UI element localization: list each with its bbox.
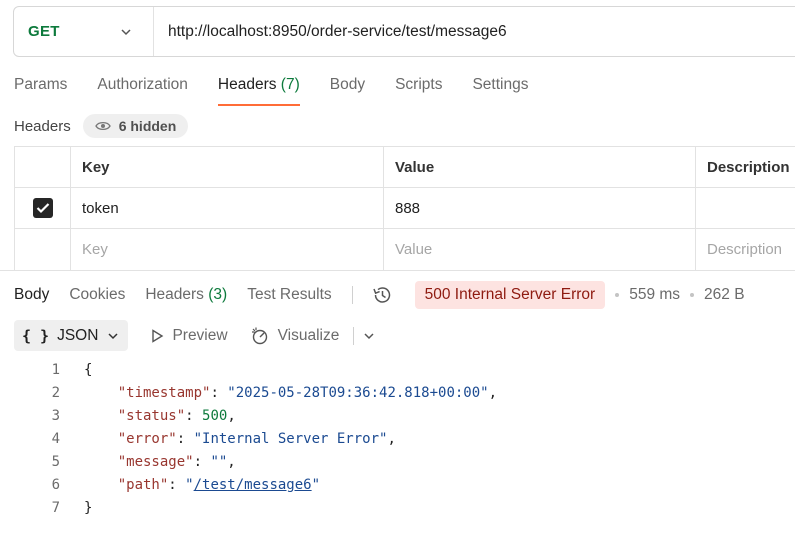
json-value-quote: "	[185, 477, 194, 493]
line-number: 3	[51, 408, 60, 424]
line-number: 6	[51, 477, 60, 493]
response-size[interactable]: 262 B	[704, 286, 745, 304]
json-comma: ,	[227, 408, 236, 424]
preview-label: Preview	[172, 326, 228, 344]
table-row: token 888	[14, 188, 795, 229]
divider	[351, 286, 353, 304]
new-row-checkbox-cell	[14, 229, 71, 270]
tab-settings[interactable]: Settings	[472, 76, 528, 104]
json-value: "Internal Server Error"	[193, 431, 388, 447]
response-tab-cookies[interactable]: Cookies	[69, 286, 125, 304]
format-select[interactable]: { } JSON	[14, 320, 129, 351]
tab-body[interactable]: Body	[330, 76, 365, 104]
code-line: "status": 500,	[117, 408, 236, 424]
header-value-cell[interactable]: 888	[384, 188, 696, 228]
column-description: Description	[707, 158, 790, 176]
line-number: 5	[51, 454, 60, 470]
json-key: "status"	[117, 408, 186, 424]
response-divider[interactable]	[0, 270, 795, 271]
checkbox-column-header	[14, 147, 71, 187]
tab-headers-count: (7)	[280, 76, 300, 93]
divider	[353, 326, 355, 345]
close-brace: }	[84, 500, 93, 516]
tab-scripts[interactable]: Scripts	[395, 76, 442, 104]
json-key: "path"	[117, 477, 169, 493]
visualize-button[interactable]: Visualize	[250, 326, 340, 346]
visualize-options-button[interactable]	[362, 329, 376, 343]
json-comma: ,	[387, 431, 396, 447]
hidden-headers-toggle[interactable]: 6 hidden	[82, 114, 189, 138]
response-tab-headers[interactable]: Headers (3)	[145, 286, 227, 304]
method-select[interactable]: GET	[14, 7, 154, 56]
response-time[interactable]: 559 ms	[629, 286, 680, 304]
headers-title-row: Headers 6 hidden	[14, 114, 189, 138]
tab-headers[interactable]: Headers (7)	[217, 76, 300, 106]
tab-params[interactable]: Params	[14, 76, 67, 104]
description-placeholder-input[interactable]: Description	[696, 229, 795, 270]
check-icon	[36, 203, 49, 214]
response-toolbar: { } JSON Preview Visualize	[14, 320, 376, 351]
visualize-icon	[251, 327, 267, 344]
url-input[interactable]: http://localhost:8950/order-service/test…	[154, 23, 507, 41]
preview-button[interactable]: Preview	[150, 326, 228, 345]
json-key: "timestamp"	[117, 385, 211, 401]
response-headers-count: (3)	[208, 286, 228, 303]
json-value: "2025-05-28T09:36:42.818+00:00"	[227, 385, 489, 401]
code-line: {	[84, 362, 92, 378]
tab-headers-label: Headers	[217, 76, 277, 93]
code-line: "error": "Internal Server Error",	[117, 431, 396, 447]
row-checkbox[interactable]	[32, 198, 53, 218]
json-key: "error"	[117, 431, 177, 447]
tab-authorization[interactable]: Authorization	[97, 76, 187, 104]
response-tabs: Body Cookies Headers (3) Test Results 50…	[14, 281, 745, 309]
separator-dot	[690, 293, 695, 297]
response-meta: 559 ms 262 B	[605, 286, 745, 304]
json-value: ""	[210, 454, 228, 470]
json-key: "message"	[117, 454, 194, 470]
headers-section-title: Headers	[14, 117, 71, 135]
response-tab-body[interactable]: Body	[14, 286, 49, 304]
eye-icon	[94, 121, 111, 131]
json-value-link[interactable]: /test/message6	[194, 477, 312, 493]
open-brace: {	[84, 362, 93, 378]
json-value: 500	[202, 408, 228, 424]
code-line: "path": "/test/message6"	[117, 477, 321, 493]
play-icon	[152, 328, 164, 343]
column-key: Key	[71, 147, 384, 187]
response-tab-headers-label: Headers	[145, 286, 204, 303]
visualize-label: Visualize	[277, 326, 340, 344]
table-header-row: Key Value Description	[14, 147, 795, 188]
key-placeholder-input[interactable]: Key	[71, 229, 384, 270]
request-tabs: Params Authorization Headers (7) Body Sc…	[14, 76, 528, 106]
response-tab-test-results[interactable]: Test Results	[247, 286, 331, 304]
line-number: 1	[51, 362, 60, 378]
json-comma: ,	[488, 385, 498, 401]
row-checkbox-cell	[14, 188, 71, 228]
chevron-down-icon	[121, 28, 131, 35]
header-key-cell[interactable]: token	[71, 188, 384, 228]
line-number: 4	[51, 431, 60, 447]
chevron-down-icon	[108, 332, 118, 339]
table-row-new: Key Value Description	[14, 229, 795, 270]
json-value-quote: "	[311, 477, 321, 493]
status-badge[interactable]: 500 Internal Server Error	[414, 281, 606, 309]
separator-dot	[615, 293, 620, 297]
history-icon[interactable]	[371, 285, 393, 305]
code-line: "timestamp": "2025-05-28T09:36:42.818+00…	[117, 385, 498, 401]
value-placeholder-input[interactable]: Value	[384, 229, 696, 270]
request-url-bar: GET http://localhost:8950/order-service/…	[13, 6, 795, 57]
chevron-down-icon	[364, 332, 374, 339]
braces-icon: { }	[22, 326, 50, 345]
format-label: JSON	[57, 326, 99, 344]
code-line: }	[84, 500, 92, 516]
json-comma: ,	[227, 454, 236, 470]
method-label: GET	[28, 23, 60, 40]
line-number: 2	[51, 385, 60, 401]
code-line: "message": "",	[117, 454, 236, 470]
headers-table: Key Value Description token 888 Key Valu…	[14, 146, 795, 270]
line-number: 7	[51, 500, 60, 516]
column-value: Value	[384, 147, 696, 187]
hidden-count-label: 6 hidden	[118, 118, 177, 134]
header-description-cell[interactable]	[696, 188, 795, 228]
